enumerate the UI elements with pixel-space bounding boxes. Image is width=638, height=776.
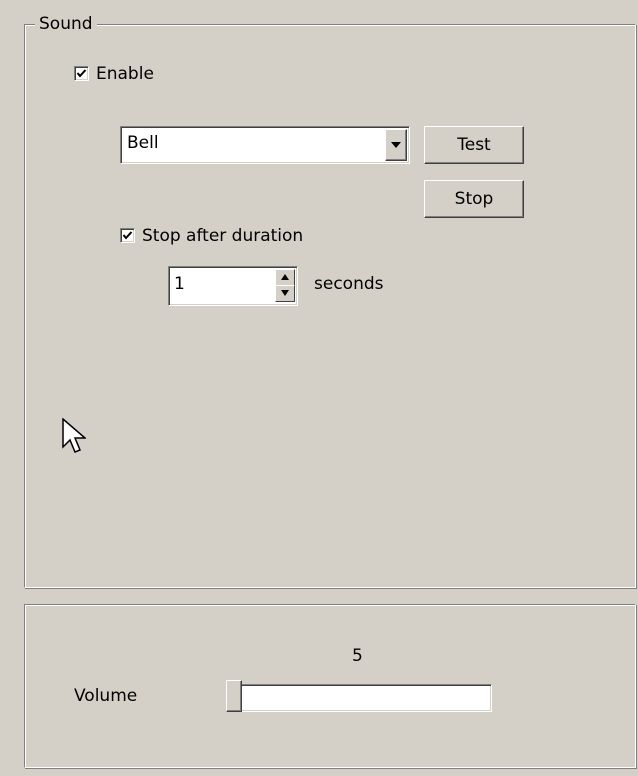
check-icon [122, 231, 133, 240]
volume-slider-track[interactable] [228, 684, 492, 712]
sound-select[interactable]: Bell [120, 126, 410, 164]
enable-checkbox[interactable] [74, 66, 89, 81]
spin-down-icon [281, 290, 289, 296]
mouse-pointer-icon [62, 418, 86, 453]
duration-value[interactable]: 1 [174, 274, 185, 294]
stop-after-duration-label[interactable]: Stop after duration [142, 226, 303, 246]
volume-label: Volume [74, 686, 138, 706]
sound-select-value: Bell [127, 133, 159, 153]
seconds-label: seconds [314, 274, 384, 294]
spin-down-button[interactable] [275, 285, 295, 302]
spin-up-icon [281, 274, 289, 280]
duration-spinbox[interactable]: 1 [168, 266, 298, 306]
enable-label[interactable]: Enable [96, 64, 154, 84]
stop-after-duration-checkbox[interactable] [120, 228, 135, 243]
volume-slider-thumb[interactable] [226, 680, 242, 712]
test-button[interactable]: Test [424, 126, 524, 164]
stop-button[interactable]: Stop [424, 180, 524, 218]
check-icon [76, 69, 87, 78]
spin-up-button[interactable] [275, 269, 295, 286]
sound-group-legend: Sound [35, 11, 97, 37]
volume-value: 5 [352, 646, 363, 666]
sound-group: Sound [24, 11, 636, 588]
dropdown-arrow-icon [391, 142, 401, 148]
sound-select-dropdown-button[interactable] [385, 129, 407, 161]
